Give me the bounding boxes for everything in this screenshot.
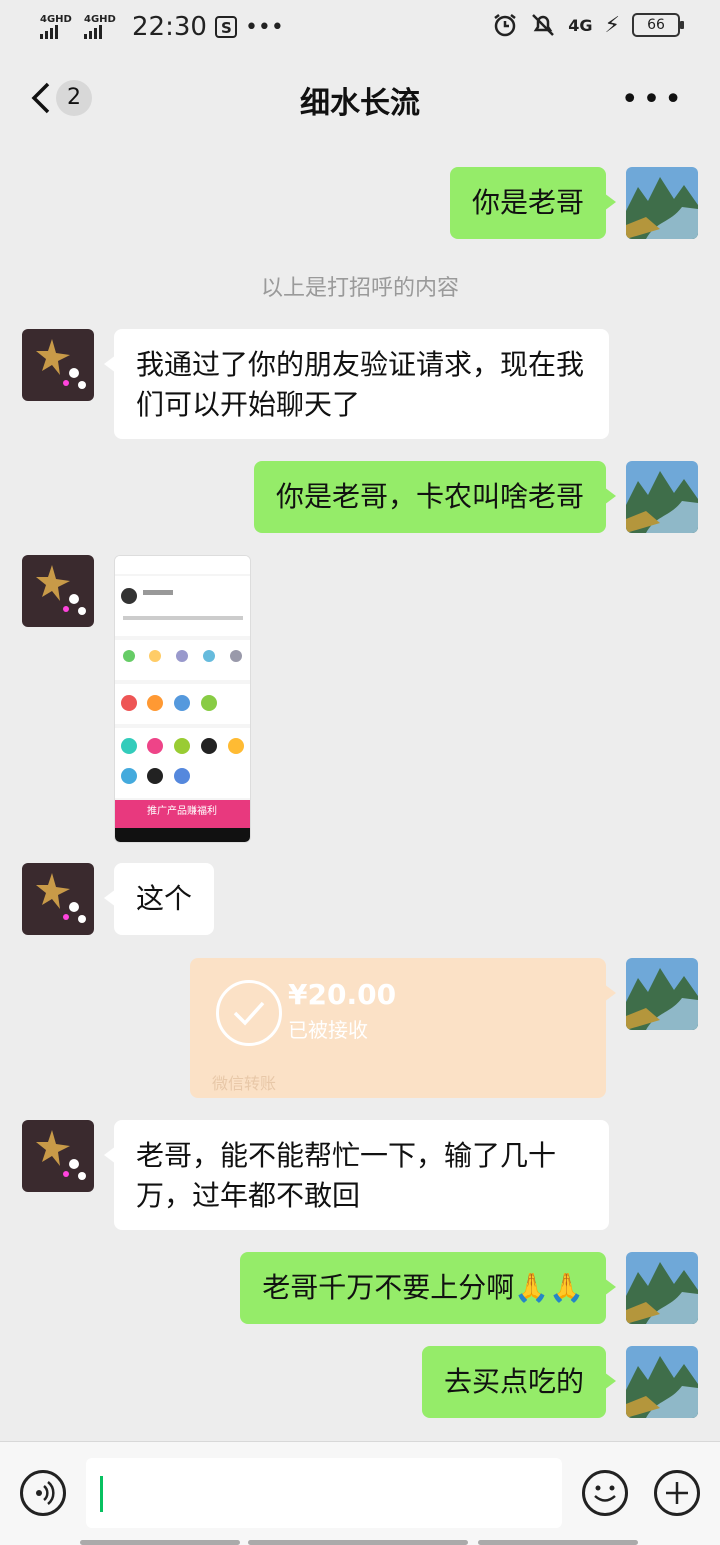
nav-handle [248,1540,468,1545]
received-message[interactable]: 这个 [103,863,215,935]
transfer-amount: ¥20.00 [288,978,397,1011]
app-notification-icon: S [214,16,237,38]
chat-title: 细水长流 [300,86,420,121]
check-circle-icon [216,980,282,1046]
nav-handle [80,1540,240,1545]
screenshot-thumbnail: 推广产品赚福利 [115,556,250,842]
my-avatar[interactable] [626,1252,698,1324]
chat-header: 2 细水长流 ••• [0,56,720,142]
my-avatar[interactable] [626,167,698,239]
transfer-label: 微信转账 [212,1074,277,1093]
battery-icon: 66 [632,13,684,37]
contact-avatar[interactable] [22,1120,94,1192]
more-options-icon[interactable]: ••• [621,82,686,117]
alarm-icon [494,14,517,37]
contact-avatar[interactable] [22,555,94,627]
screenshot-banner: 推广产品赚福利 [147,804,217,817]
text-cursor [100,1476,103,1512]
svg-text:S: S [221,19,232,37]
my-avatar[interactable] [626,1346,698,1418]
contact-avatar[interactable] [22,329,94,401]
my-avatar[interactable] [626,461,698,533]
transfer-card[interactable]: ¥20.00 已被接收 微信转账 [190,958,616,1098]
transfer-status: 已被接收 [288,1018,368,1042]
received-message[interactable]: 我通过了你的朋友验证请求，现在我们可以开始聊天了 [104,329,609,439]
battery-level: 66 [647,17,665,33]
status-bar: 4GHD 4GHD 22:30 S ••• 4G ⚡ 66 [0,0,720,56]
image-message[interactable]: 推广产品赚福利 [114,555,251,843]
sent-message[interactable]: 去买点吃的 [421,1346,617,1418]
sent-message[interactable]: 你是老哥 [449,167,617,239]
signal-icon: 4GHD [84,15,120,39]
charging-icon: ⚡ [604,12,620,38]
nav-handle [478,1540,638,1545]
signal-icon: 4GHD [40,15,76,39]
contact-avatar[interactable] [22,863,94,935]
my-avatar[interactable] [626,958,698,1030]
voice-icon[interactable] [20,1470,66,1516]
emoji-icon[interactable] [582,1470,628,1516]
system-note: 以上是打招呼的内容 [260,276,459,301]
input-bar [0,1441,720,1545]
clock: 22:30 [132,12,207,42]
network-type: 4G [568,15,593,35]
sent-message[interactable]: 你是老哥，卡农叫啥老哥 [253,461,617,533]
message-input[interactable] [86,1458,562,1528]
mute-bell-icon [532,14,555,36]
sent-message[interactable]: 老哥千万不要上分啊🙏🙏 [240,1252,616,1324]
add-icon[interactable] [654,1470,700,1516]
more-notifications-icon: ••• [244,14,284,40]
received-message[interactable]: 老哥，能不能帮忙一下，输了几十万，过年都不敢回 [104,1120,609,1230]
